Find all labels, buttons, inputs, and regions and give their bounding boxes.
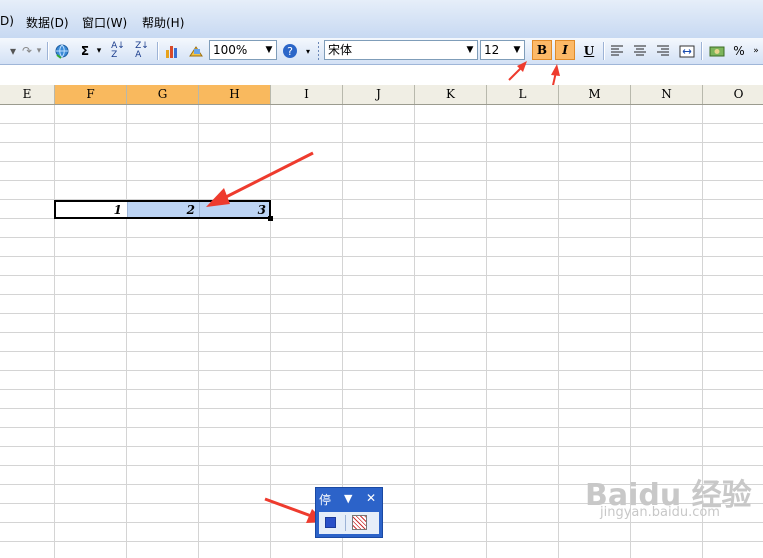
stop-recording-icon[interactable] — [325, 517, 336, 528]
percent-style-button[interactable]: % — [730, 41, 748, 61]
toolbar-separator — [47, 42, 49, 60]
toolbar-separator — [701, 42, 703, 60]
font-name-combo[interactable]: 宋体 ▼ — [324, 40, 478, 60]
font-size-value: 12 — [484, 43, 500, 57]
baidu-watermark-url: jingyan.baidu.com — [600, 505, 720, 520]
annotation-arrow-font-size — [508, 61, 527, 81]
toolbar-separator — [157, 42, 159, 60]
float-toolbar-title: 停 — [319, 493, 332, 507]
grid-line — [486, 105, 487, 558]
close-icon[interactable]: ✕ — [366, 491, 376, 505]
align-left-icon[interactable] — [607, 41, 627, 61]
toolbar-separator — [603, 42, 605, 60]
grid-line — [126, 105, 127, 558]
bold-button[interactable]: B — [532, 40, 552, 60]
sort-descending-icon[interactable]: Z↓ A — [132, 41, 152, 61]
zoom-dropdown-icon[interactable]: ▼ — [262, 41, 276, 59]
autosum-icon[interactable]: Σ — [76, 41, 94, 61]
zoom-combo[interactable]: 100% ▼ — [209, 40, 277, 60]
formatting-toolbar: ▾ ↷ ▾ Σ ▾ A↓ Z Z↓ A 100% ▼ ? ▾ 宋体 ▼ 12 ▼ B… — [0, 38, 763, 65]
column-header[interactable]: F — [55, 85, 127, 104]
drawing-icon[interactable] — [186, 41, 206, 61]
column-header[interactable]: L — [487, 85, 559, 104]
column-headers: E F G H I J K L M N O — [0, 85, 763, 105]
cell-f6[interactable]: 1 — [56, 201, 127, 219]
toolbar-separator — [345, 515, 346, 531]
grid-line — [558, 105, 559, 558]
grid-line — [54, 105, 55, 558]
toolbar-grip[interactable] — [318, 42, 319, 60]
menu-bar: D) 数据(D) 窗口(W) 帮助(H) — [0, 0, 763, 39]
column-header[interactable]: G — [127, 85, 199, 104]
italic-button[interactable]: I — [555, 40, 575, 60]
chevron-down-icon[interactable]: ▼ — [344, 492, 352, 505]
column-header[interactable]: J — [343, 85, 415, 104]
grid-line — [414, 105, 415, 558]
autosum-dropdown-icon[interactable]: ▾ — [94, 41, 104, 61]
align-right-icon[interactable] — [653, 41, 673, 61]
currency-style-icon[interactable] — [706, 41, 728, 61]
font-name-dropdown-icon[interactable]: ▼ — [463, 41, 477, 59]
help-icon[interactable]: ? — [280, 41, 300, 61]
column-header[interactable]: K — [415, 85, 487, 104]
float-toolbar-body — [319, 512, 379, 534]
grid-line — [198, 105, 199, 558]
stop-recording-toolbar[interactable]: 停 ▼ ✕ — [315, 487, 383, 538]
font-size-dropdown-icon[interactable]: ▼ — [510, 41, 524, 59]
fill-handle[interactable] — [268, 216, 273, 221]
column-header[interactable]: N — [631, 85, 703, 104]
chart-wizard-icon[interactable] — [162, 41, 182, 61]
column-header[interactable]: I — [271, 85, 343, 104]
font-name-value: 宋体 — [328, 43, 353, 57]
align-center-icon[interactable] — [630, 41, 650, 61]
merge-center-icon[interactable] — [676, 41, 698, 61]
column-header[interactable]: O — [703, 85, 763, 104]
menu-item-data[interactable]: 数据(D) — [26, 14, 69, 31]
column-header[interactable]: H — [199, 85, 271, 104]
svg-text:?: ? — [287, 45, 293, 58]
underline-button[interactable]: U — [579, 41, 599, 61]
menu-item-help[interactable]: 帮助(H) — [142, 14, 184, 31]
column-header[interactable]: E — [0, 85, 55, 104]
sort-ascending-icon[interactable]: A↓ Z — [108, 41, 128, 61]
toolbar-overflow-icon[interactable]: » — [750, 41, 762, 61]
zoom-value: 100% — [213, 43, 248, 57]
font-size-combo[interactable]: 12 ▼ — [480, 40, 525, 60]
cell-g6[interactable]: 2 — [128, 201, 200, 219]
column-header[interactable]: M — [559, 85, 631, 104]
menu-item-data-partial[interactable]: D) — [0, 14, 14, 28]
relative-reference-icon[interactable] — [352, 515, 367, 530]
menu-item-window[interactable]: 窗口(W) — [82, 14, 127, 31]
hyperlink-globe-icon[interactable] — [52, 41, 72, 61]
annotation-arrow-cells — [206, 151, 314, 207]
toolbar-options-icon[interactable]: ▾ — [302, 41, 314, 61]
redo-dropdown-icon[interactable]: ▾ — [34, 41, 44, 61]
